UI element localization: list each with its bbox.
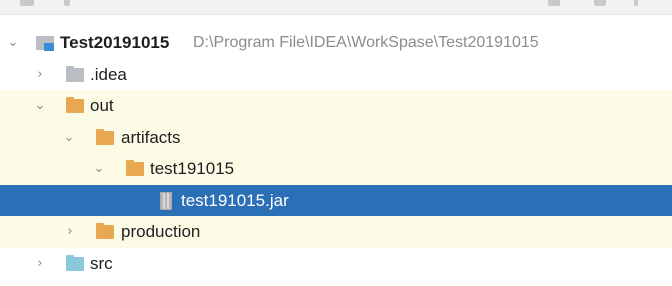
tree-node-src[interactable]: › src bbox=[0, 248, 672, 280]
jar-file-icon bbox=[160, 191, 172, 210]
tree-node-test191015[interactable]: ⌄ test191015 bbox=[0, 153, 672, 185]
minimize-icon[interactable] bbox=[594, 0, 606, 6]
folder-icon bbox=[96, 223, 114, 239]
chevron-down-icon[interactable]: ⌄ bbox=[62, 122, 76, 154]
project-tree-panel: ⌄ Test20191015 D:\Program File\IDEA\Work… bbox=[0, 0, 672, 286]
folder-icon bbox=[96, 128, 114, 145]
tree-node-idea[interactable]: › .idea bbox=[0, 59, 672, 91]
tree-node-jar[interactable]: test191015.jar bbox=[0, 184, 672, 216]
tree-node-label: test191015.jar bbox=[181, 190, 289, 210]
tree-node-root[interactable]: ⌄ Test20191015 D:\Program File\IDEA\Work… bbox=[0, 27, 672, 59]
chevron-down-icon[interactable]: ⌄ bbox=[92, 153, 106, 185]
chevron-right-icon[interactable]: › bbox=[63, 216, 77, 248]
chevron-down-icon[interactable]: ⌄ bbox=[6, 27, 20, 59]
tree-node-label: src bbox=[90, 253, 113, 273]
chevron-right-icon[interactable]: › bbox=[33, 59, 47, 91]
tree-node-out[interactable]: ⌄ out bbox=[0, 90, 672, 122]
tree-node-production[interactable]: › production bbox=[0, 216, 672, 248]
tree-node-label: artifacts bbox=[121, 127, 181, 147]
chevron-right-icon[interactable]: › bbox=[33, 248, 47, 280]
tree-node-label: Test20191015 bbox=[60, 33, 170, 52]
tree-node-artifacts[interactable]: ⌄ artifacts bbox=[0, 121, 672, 154]
panel-toolbar bbox=[0, 0, 672, 15]
toolbar-icon[interactable] bbox=[20, 0, 34, 6]
tree-node-label: out bbox=[90, 96, 114, 115]
tree-node-label: test191015 bbox=[150, 159, 235, 178]
tree-node-label: .idea bbox=[90, 64, 127, 84]
folder-icon bbox=[66, 97, 84, 113]
chevron-down-icon[interactable]: ⌄ bbox=[33, 90, 47, 122]
toolbar-icon[interactable] bbox=[64, 0, 70, 6]
source-folder-icon bbox=[66, 254, 84, 271]
folder-icon bbox=[66, 65, 84, 82]
folder-icon bbox=[126, 160, 144, 176]
module-folder-icon bbox=[36, 36, 54, 51]
project-path: D:\Program File\IDEA\WorkSpase\Test20191… bbox=[193, 34, 539, 51]
divider-icon bbox=[634, 0, 638, 6]
tree-node-label: production bbox=[121, 222, 201, 241]
project-tree: ⌄ Test20191015 D:\Program File\IDEA\Work… bbox=[0, 27, 672, 279]
settings-icon[interactable] bbox=[548, 0, 560, 6]
